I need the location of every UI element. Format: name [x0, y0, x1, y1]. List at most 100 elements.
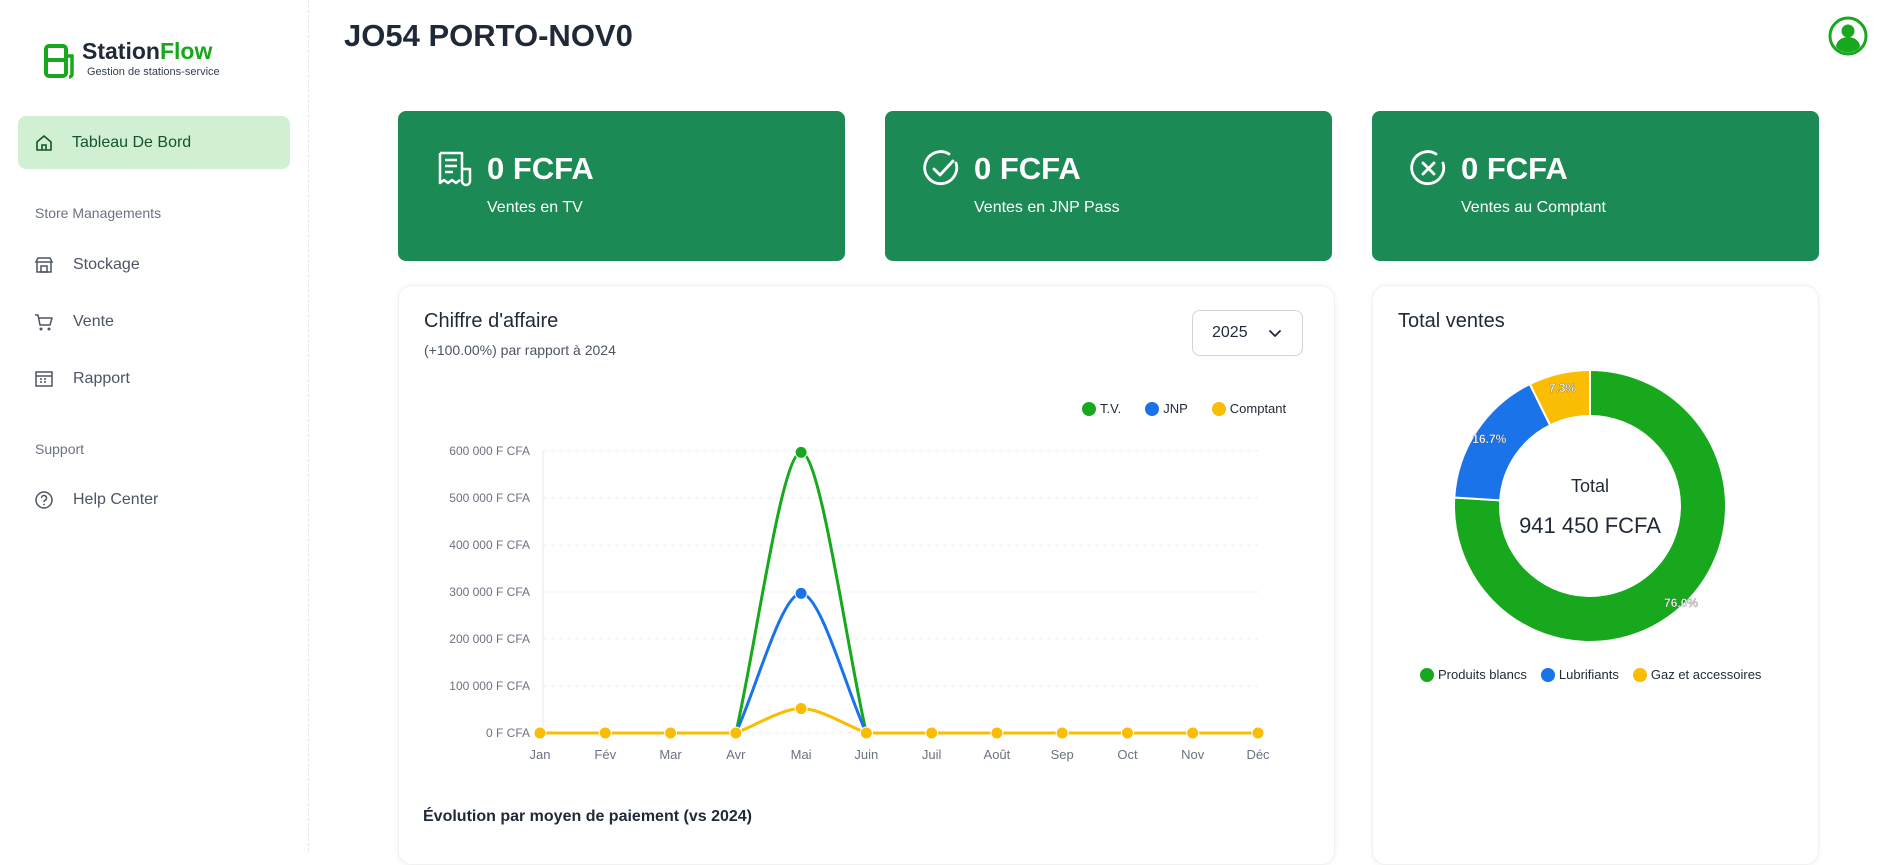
- donut-legend: Produits blancs Lubrifiants Gaz et acces…: [1420, 667, 1775, 682]
- data-point[interactable]: [794, 586, 808, 600]
- revenue-card-title: Chiffre d'affaire: [424, 310, 559, 332]
- sidebar-item-label: Help Center: [73, 491, 159, 508]
- legend-label: Lubrifiants: [1558, 667, 1619, 682]
- sidebar-item-stockage[interactable]: Stockage: [34, 255, 140, 275]
- legend-label: JNP: [1163, 401, 1188, 416]
- x-tick-label: Jan: [530, 747, 551, 762]
- cart-icon: [35, 314, 53, 331]
- data-point[interactable]: [664, 726, 678, 740]
- data-point[interactable]: [859, 726, 873, 740]
- sidebar-item-vente[interactable]: Vente: [34, 312, 114, 332]
- line-chart-legend: T.V. JNP Comptant: [1082, 401, 1310, 416]
- year-select[interactable]: 2025: [1192, 310, 1303, 356]
- total-card-title: Total ventes: [1398, 310, 1505, 332]
- sidebar-item-label: Vente: [73, 313, 114, 330]
- sidebar-item-label: Rapport: [73, 370, 130, 387]
- x-tick-label: Mar: [659, 747, 682, 762]
- donut-slice-label: 16.7%: [1472, 432, 1506, 446]
- legend-item-comptant[interactable]: Comptant: [1211, 401, 1287, 416]
- kpi-label: Ventes en JNP Pass: [974, 199, 1120, 216]
- data-point[interactable]: [794, 702, 808, 716]
- section-label-support: Support: [35, 441, 85, 457]
- kpi-value: 0 FCFA: [1461, 151, 1568, 186]
- donut-slice-label: 7.3%: [1549, 381, 1577, 395]
- data-point[interactable]: [533, 726, 547, 740]
- help-icon: [35, 491, 53, 509]
- legend-label: Comptant: [1229, 401, 1287, 416]
- y-tick-label: 100 000 F CFA: [449, 679, 530, 693]
- data-point[interactable]: [1055, 726, 1069, 740]
- sidebar-item-rapport[interactable]: Rapport: [34, 369, 130, 389]
- brand-name: StationFlow: [82, 38, 213, 64]
- x-tick-label: Avr: [726, 747, 746, 762]
- donut-center-value: 941 450 FCFA: [1519, 513, 1661, 538]
- data-point[interactable]: [1186, 726, 1200, 740]
- kpi-card-tv: 0 FCFA Ventes en TV: [398, 111, 845, 261]
- donut-center-label: Total: [1570, 476, 1610, 496]
- kpi-card-comptant: 0 FCFA Ventes au Comptant: [1372, 111, 1819, 261]
- store-icon: [34, 257, 54, 273]
- report-icon: [35, 371, 53, 387]
- kpi-value: 0 FCFA: [974, 151, 1081, 186]
- evolution-heading: Évolution par moyen de paiement (vs 2024…: [423, 808, 752, 825]
- y-tick-label: 400 000 F CFA: [449, 538, 530, 552]
- legend-dot: [1145, 401, 1160, 416]
- x-tick-label: Oct: [1117, 747, 1138, 762]
- x-tick-label: Juin: [854, 747, 878, 762]
- x-tick-label: Sep: [1051, 747, 1074, 762]
- x-tick-label: Fév: [594, 747, 616, 762]
- sidebar-item-label: Stockage: [73, 256, 140, 273]
- data-point[interactable]: [794, 445, 808, 459]
- fuel-pump-icon: [44, 44, 74, 79]
- sidebar: StationFlow Gestion de stations-service …: [0, 0, 309, 851]
- sidebar-item-label: Tableau De Bord: [72, 133, 192, 151]
- legend-item-produits-blancs[interactable]: Produits blancs: [1420, 667, 1527, 682]
- year-select-value: 2025: [1212, 324, 1248, 341]
- legend-label: Produits blancs: [1438, 667, 1527, 682]
- x-tick-label: Nov: [1181, 747, 1205, 762]
- check-circle-icon: [923, 150, 959, 186]
- kpi-label: Ventes au Comptant: [1461, 199, 1606, 216]
- kpi-value: 0 FCFA: [487, 151, 594, 186]
- page-title: JO54 PORTO-NOV0: [344, 18, 633, 53]
- x-tick-label: Déc: [1246, 747, 1270, 762]
- chevron-down-icon: [1269, 330, 1281, 337]
- donut-slice-label: 76.0%: [1664, 596, 1698, 610]
- legend-item-tv[interactable]: T.V.: [1082, 401, 1121, 416]
- legend-item-jnp[interactable]: JNP: [1145, 401, 1188, 416]
- revenue-line-chart: 0 F CFA 100 000 F CFA 200 000 F CFA 300 000…: [449, 444, 1270, 762]
- kpi-label: Ventes en TV: [487, 199, 583, 216]
- y-tick-label: 300 000 F CFA: [449, 585, 530, 599]
- app-logo[interactable]: StationFlow Gestion de stations-service: [42, 38, 220, 80]
- y-tick-label: 200 000 F CFA: [449, 632, 530, 646]
- receipt-icon: [438, 151, 472, 187]
- legend-item-gaz[interactable]: Gaz et accessoires: [1632, 667, 1762, 682]
- section-label-store: Store Managements: [35, 205, 162, 221]
- legend-dot: [1420, 667, 1434, 682]
- sidebar-item-help-center[interactable]: Help Center: [34, 490, 158, 510]
- legend-dot: [1082, 401, 1096, 416]
- legend-dot: [1632, 667, 1647, 682]
- data-point[interactable]: [598, 726, 612, 740]
- data-point[interactable]: [729, 726, 743, 740]
- data-point[interactable]: [925, 726, 939, 740]
- series-line: [540, 707, 1258, 735]
- user-avatar-icon[interactable]: [1828, 16, 1868, 56]
- data-point[interactable]: [990, 726, 1004, 740]
- data-point[interactable]: [1120, 726, 1134, 740]
- brand-tagline: Gestion de stations-service: [87, 66, 220, 78]
- legend-label: Gaz et accessoires: [1650, 667, 1762, 682]
- legend-dot: [1540, 667, 1555, 682]
- y-tick-label: 600 000 F CFA: [449, 444, 530, 458]
- kpi-card-jnp: 0 FCFA Ventes en JNP Pass: [885, 111, 1332, 261]
- y-tick-label: 0 F CFA: [486, 726, 530, 740]
- legend-item-lubrifiants[interactable]: Lubrifiants: [1540, 667, 1619, 682]
- x-tick-label: Août: [984, 747, 1011, 762]
- legend-label: T.V.: [1100, 401, 1122, 416]
- y-tick-label: 500 000 F CFA: [449, 491, 530, 505]
- series-line: [540, 450, 1258, 735]
- sidebar-item-dashboard[interactable]: Tableau De Bord: [18, 116, 290, 169]
- data-point[interactable]: [1251, 726, 1265, 740]
- x-circle-icon: [1410, 150, 1446, 186]
- series-line: [540, 591, 1258, 735]
